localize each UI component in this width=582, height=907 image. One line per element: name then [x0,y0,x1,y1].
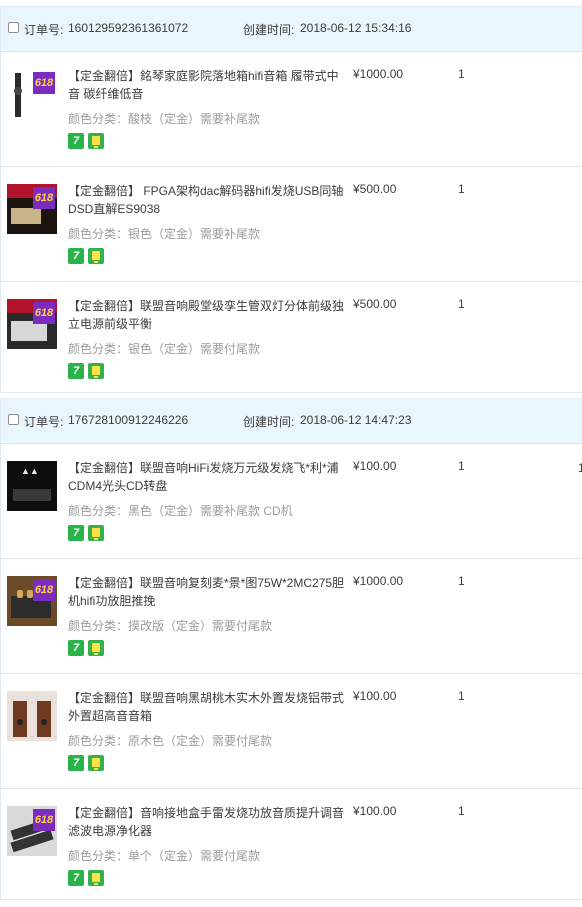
created-time: 2018-06-12 14:47:23 [300,413,412,427]
order-item: 618 【定金翻倍】联盟音响殿堂级孪生管双灯分体前级独立电源前级平衡 ¥500.… [1,282,582,396]
order-item: 618 【定金翻倍】 FPGA架构dac解码器hifi发烧USB同轴DSD直解E… [1,167,582,282]
product-link[interactable]: 【定金翻倍】联盟音响黑胡桃木实木外置发烧铝带式外置超高音音箱 [68,691,344,723]
item-price: ¥100.00 [353,459,397,473]
order-select-checkbox[interactable] [8,22,19,33]
product-title[interactable]: 【定金翻倍】联盟音响复刻麦*景*图75W*2MC275胆机hifi功放胆推挽 [68,574,346,610]
product-thumbnail[interactable]: 618 [7,69,57,119]
product-link[interactable]: 【定金翻倍】銘琴家庭影院落地箱hifi音箱 履带式中音 碳纤维低音 [68,69,339,101]
created-time-label: 创建时间: [243,415,295,429]
product-link[interactable]: 【定金翻倍】联盟音响殿堂级孪生管双灯分体前级独立电源前级平衡 [68,299,344,331]
service-icons: 7 [68,870,108,886]
service-icons: 7 [68,755,108,771]
order-item: 【定金翻倍】联盟音响黑胡桃木实木外置发烧铝带式外置超高音音箱 ¥100.00 1… [1,674,582,789]
service-icons: 7 [68,640,108,656]
seven-day-return-icon[interactable]: 7 [68,525,84,541]
item-attributes: 颜色分类：银色（定金）需要补尾款 [68,227,261,241]
product-thumbnail[interactable] [7,691,57,741]
item-price: ¥1000.00 [353,67,404,81]
promo-618-badge: 618 [33,809,55,831]
guarantee-icon[interactable] [88,640,104,656]
product-title[interactable]: 【定金翻倍】 FPGA架构dac解码器hifi发烧USB同轴DSD直解ES903… [68,182,346,218]
product-thumbnail[interactable]: ▲▲ [7,461,57,511]
item-attributes: 颜色分类：黑色（定金）需要补尾款 CD机 [68,504,293,518]
seven-day-return-icon[interactable]: 7 [68,133,84,149]
order-list-page: 订单号: 160129592361361072 创建时间: 2018-06-12… [0,0,582,907]
item-quantity: 1 [458,67,465,81]
order-header: 订单号: 160129592361361072 创建时间: 2018-06-12… [1,7,582,52]
item-price: ¥500.00 [353,182,397,196]
product-link[interactable]: 【定金翻倍】 FPGA架构dac解码器hifi发烧USB同轴DSD直解ES903… [68,184,343,216]
item-attributes: 颜色分类：原木色（定金）需要付尾款 [68,734,273,748]
service-icons: 7 [68,248,108,264]
product-title[interactable]: 【定金翻倍】音响接地盒手雷发烧功放音质提升调音滤波电源净化器 [68,804,346,840]
promo-618-badge: 618 [33,187,55,209]
service-icons: 7 [68,363,108,379]
order-item: 618 【定金翻倍】銘琴家庭影院落地箱hifi音箱 履带式中音 碳纤维低音 ¥1… [1,52,582,167]
order-select-checkbox[interactable] [8,414,19,425]
product-link[interactable]: 【定金翻倍】音响接地盒手雷发烧功放音质提升调音滤波电源净化器 [68,806,344,838]
product-thumbnail[interactable]: 618 [7,184,57,234]
created-time-label: 创建时间: [243,23,295,37]
order-card: 订单号: 160129592361361072 创建时间: 2018-06-12… [0,6,582,393]
order-item: ▲▲ 【定金翻倍】联盟音响HiFi发烧万元级发烧飞*利*浦CDM4光头CD转盘 … [1,444,582,559]
order-header: 订单号: 176728100912246226 创建时间: 2018-06-12… [1,399,582,444]
item-quantity: 1 [458,297,465,311]
seven-day-return-icon[interactable]: 7 [68,640,84,656]
product-link[interactable]: 【定金翻倍】联盟音响复刻麦*景*图75W*2MC275胆机hifi功放胆推挽 [68,576,344,608]
order-item: 618 【定金翻倍】联盟音响复刻麦*景*图75W*2MC275胆机hifi功放胆… [1,559,582,674]
product-thumbnail[interactable]: 618 [7,576,57,626]
promo-618-badge: 618 [33,72,55,94]
guarantee-icon[interactable] [88,525,104,541]
order-number-label: 订单号: [24,23,64,37]
product-thumbnail[interactable]: 618 [7,806,57,856]
seven-day-return-icon[interactable]: 7 [68,248,84,264]
guarantee-icon[interactable] [88,363,104,379]
order-card: 订单号: 176728100912246226 创建时间: 2018-06-12… [0,398,582,900]
item-quantity: 1 [458,804,465,818]
product-title[interactable]: 【定金翻倍】联盟音响殿堂级孪生管双灯分体前级独立电源前级平衡 [68,297,346,333]
product-title[interactable]: 【定金翻倍】銘琴家庭影院落地箱hifi音箱 履带式中音 碳纤维低音 [68,67,346,103]
created-time: 2018-06-12 15:34:16 [300,21,412,35]
clipped-column-text: 1 [578,461,582,475]
item-price: ¥100.00 [353,689,397,703]
promo-618-badge: 618 [33,302,55,324]
order-item: 618 【定金翻倍】音响接地盒手雷发烧功放音质提升调音滤波电源净化器 ¥100.… [1,789,582,903]
item-quantity: 1 [458,574,465,588]
item-attributes: 颜色分类：单个（定金）需要付尾款 [68,849,261,863]
seven-day-return-icon[interactable]: 7 [68,870,84,886]
item-price: ¥500.00 [353,297,397,311]
service-icons: 7 [68,133,108,149]
item-attributes: 颜色分类：摸改版（定金）需要付尾款 [68,619,273,633]
product-thumbnail[interactable]: 618 [7,299,57,349]
promo-618-badge: 618 [33,579,55,601]
item-quantity: 1 [458,182,465,196]
order-number: 176728100912246226 [68,413,189,427]
service-icons: 7 [68,525,108,541]
item-price: ¥100.00 [353,804,397,818]
guarantee-icon[interactable] [88,248,104,264]
item-attributes: 颜色分类：酸枝（定金）需要补尾款 [68,112,261,126]
item-quantity: 1 [458,459,465,473]
item-quantity: 1 [458,689,465,703]
product-link[interactable]: 【定金翻倍】联盟音响HiFi发烧万元级发烧飞*利*浦CDM4光头CD转盘 [68,461,339,493]
guarantee-icon[interactable] [88,133,104,149]
item-price: ¥1000.00 [353,574,404,588]
product-title[interactable]: 【定金翻倍】联盟音响黑胡桃木实木外置发烧铝带式外置超高音音箱 [68,689,346,725]
seven-day-return-icon[interactable]: 7 [68,755,84,771]
product-title[interactable]: 【定金翻倍】联盟音响HiFi发烧万元级发烧飞*利*浦CDM4光头CD转盘 [68,459,346,495]
order-number: 160129592361361072 [68,21,189,35]
guarantee-icon[interactable] [88,870,104,886]
guarantee-icon[interactable] [88,755,104,771]
seven-day-return-icon[interactable]: 7 [68,363,84,379]
order-number-label: 订单号: [24,415,64,429]
item-attributes: 颜色分类：银色（定金）需要付尾款 [68,342,261,356]
